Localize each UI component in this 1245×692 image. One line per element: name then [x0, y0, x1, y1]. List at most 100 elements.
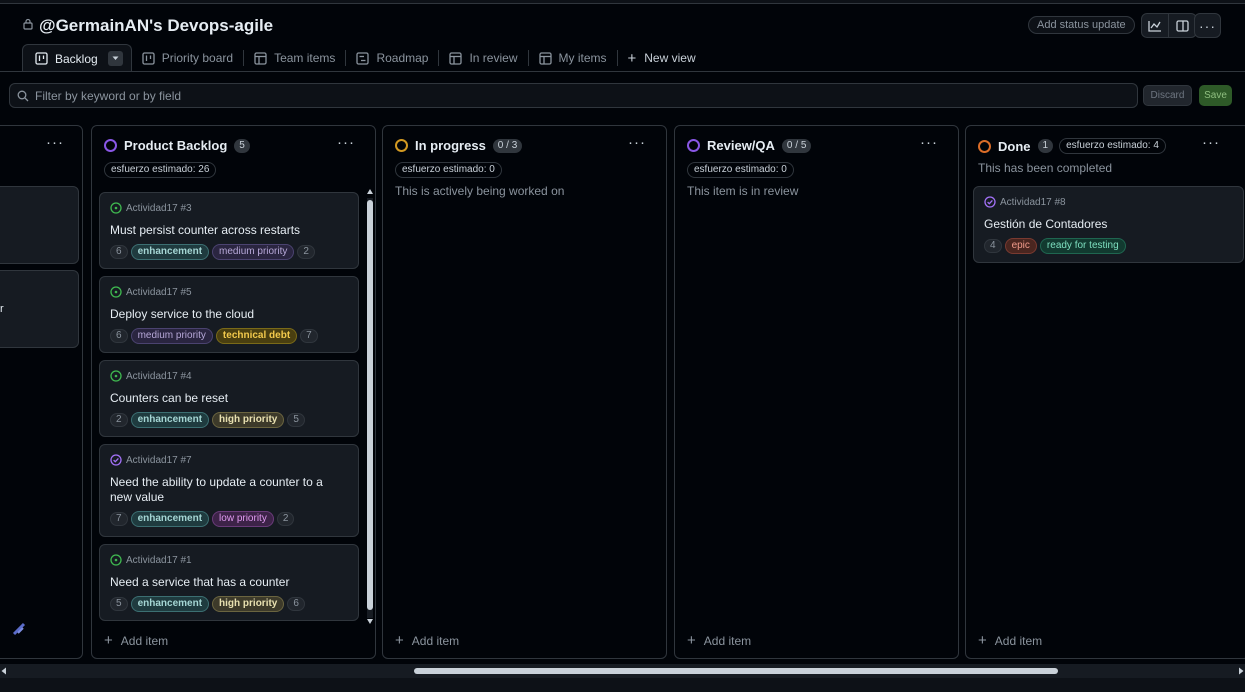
label-enhancement: enhancement [130, 412, 210, 428]
issue-closed-icon [984, 196, 996, 208]
card-ref-text[interactable]: Actividad17 #8 [1000, 197, 1066, 208]
label-epic: epic [1004, 238, 1037, 254]
tab-my-items[interactable]: My items [529, 44, 617, 72]
tab-team-items[interactable]: Team items [244, 44, 345, 72]
status-circle-icon [687, 139, 700, 152]
card-ref-text[interactable]: Actividad17 #4 [126, 371, 192, 382]
card-reference: Actividad17 #1 [110, 554, 192, 566]
add-status-update-button[interactable]: Add status update [1028, 16, 1135, 34]
tab-backlog[interactable]: Backlog [22, 44, 132, 72]
card-title[interactable]: Need a service that has a counter [110, 575, 348, 590]
board-icon [35, 52, 48, 65]
project-header: @GermainAN's Devops-agile Add status upd… [0, 4, 1245, 46]
insights-icon[interactable] [1142, 14, 1169, 37]
card-ref-text[interactable]: Actividad17 #1 [126, 555, 192, 566]
view-tools [1141, 13, 1197, 38]
status-circle-icon [395, 139, 408, 152]
chevron-down-icon[interactable] [107, 51, 123, 66]
partial-card[interactable] [0, 186, 79, 264]
sidebar-panel-icon[interactable] [1169, 14, 1196, 37]
tab-new-view[interactable]: + New view [618, 44, 706, 72]
column-description: This has been completed [978, 161, 1113, 175]
tab-in-review[interactable]: In review [439, 44, 527, 72]
filter-input[interactable] [35, 88, 1035, 103]
scroll-left-icon[interactable] [1, 667, 7, 675]
card-ref-text[interactable]: Actividad17 #7 [126, 455, 192, 466]
status-circle-icon [978, 139, 991, 153]
label-medium-priority: medium priority [212, 244, 295, 260]
issue-card[interactable]: Actividad17 #5 Deploy service to the clo… [99, 276, 359, 353]
label-high-priority: high priority [212, 412, 285, 428]
issue-open-icon [110, 202, 122, 214]
estimate-badge: esfuerzo estimado: 4 [1059, 138, 1166, 154]
tab-label: Team items [274, 51, 336, 65]
field-number: 6 [287, 597, 305, 611]
more-options-icon[interactable]: ··· [1194, 13, 1221, 38]
card-fields: 2 enhancement high priority 5 [110, 412, 308, 428]
issue-card[interactable]: Actividad17 #7 Need the ability to updat… [99, 444, 359, 537]
issue-open-icon [110, 554, 122, 566]
field-number: 2 [276, 512, 295, 526]
issue-card[interactable]: Actividad17 #4 Counters can be reset 2 e… [99, 360, 359, 437]
scroll-thumb[interactable] [414, 668, 1058, 674]
project-title: @GermainAN's Devops-agile [39, 16, 274, 35]
issue-open-icon [110, 370, 122, 382]
partial-card[interactable]: r [0, 270, 79, 348]
item-count: 5 [234, 138, 250, 153]
label-enhancement: enhancement [130, 244, 210, 260]
field-number: 6 [110, 245, 128, 259]
field-number: 7 [110, 512, 128, 526]
card-title[interactable]: Deploy service to the cloud [110, 307, 348, 322]
column-header: In progress 0 / 3 [395, 138, 523, 153]
table-icon [254, 51, 267, 65]
bottom-strip [0, 678, 1245, 692]
column-in-progress: In progress 0 / 3 ··· esfuerzo estimado:… [382, 125, 667, 659]
card-ref-text[interactable]: Actividad17 #3 [126, 203, 192, 214]
add-item-label: Add item [120, 633, 169, 648]
scroll-thumb[interactable] [367, 200, 373, 610]
column-scrollbar[interactable] [365, 188, 375, 628]
column-more-icon[interactable]: ··· [628, 134, 646, 151]
label-ready-for-testing: ready for testing [1039, 238, 1126, 254]
card-title[interactable]: Gestión de Contadores [984, 217, 1233, 232]
issue-card[interactable]: Actividad17 #3 Must persist counter acro… [99, 192, 359, 269]
card-title[interactable]: Counters can be reset [110, 391, 348, 406]
tab-roadmap[interactable]: Roadmap [346, 44, 438, 72]
issue-card[interactable]: Actividad17 #8 Gestión de Contadores 4 e… [973, 186, 1244, 263]
card-ref-text[interactable]: Actividad17 #5 [126, 287, 192, 298]
add-item-label: Add item [703, 633, 752, 648]
assistant-icon[interactable] [10, 620, 28, 638]
item-count: 0 / 3 [492, 138, 523, 153]
card-title[interactable]: Must persist counter across restarts [110, 223, 348, 238]
card-fields: 7 enhancement low priority 2 [110, 511, 297, 527]
item-count: 0 / 5 [781, 138, 812, 153]
roadmap-icon [356, 51, 370, 65]
field-number: 4 [984, 239, 1002, 253]
tab-label: My items [558, 51, 607, 65]
column-more-icon[interactable]: ··· [1202, 134, 1220, 151]
save-button[interactable]: Save [1199, 85, 1232, 106]
scroll-right-icon[interactable] [1238, 667, 1244, 675]
board-icon [142, 51, 155, 65]
plus-icon: + [627, 49, 637, 67]
add-item-button[interactable]: + Add item [104, 632, 168, 649]
column-title: Product Backlog [124, 138, 228, 153]
add-item-button[interactable]: + Add item [395, 632, 459, 649]
column-title: Review/QA [707, 138, 775, 153]
tabs-divider [0, 71, 1245, 72]
table-icon [538, 51, 552, 65]
horizontal-scrollbar[interactable] [0, 664, 1245, 678]
column-more-icon[interactable]: ··· [337, 134, 355, 151]
tab-priority-board[interactable]: Priority board [132, 44, 243, 72]
issue-card[interactable]: Actividad17 #1 Need a service that has a… [99, 544, 359, 621]
scroll-up-icon[interactable] [366, 188, 374, 195]
filter-bar[interactable] [9, 83, 1138, 108]
column-more-icon[interactable]: ··· [920, 134, 938, 151]
add-item-button[interactable]: + Add item [687, 632, 751, 649]
scroll-down-icon[interactable] [366, 618, 374, 625]
estimate-badge: esfuerzo estimado: 0 [395, 162, 502, 178]
card-title[interactable]: Need the ability to update a counter to … [110, 475, 348, 505]
add-item-button[interactable]: + Add item [978, 632, 1042, 649]
column-more-icon[interactable]: ··· [46, 134, 64, 151]
discard-button[interactable]: Discard [1143, 85, 1192, 106]
